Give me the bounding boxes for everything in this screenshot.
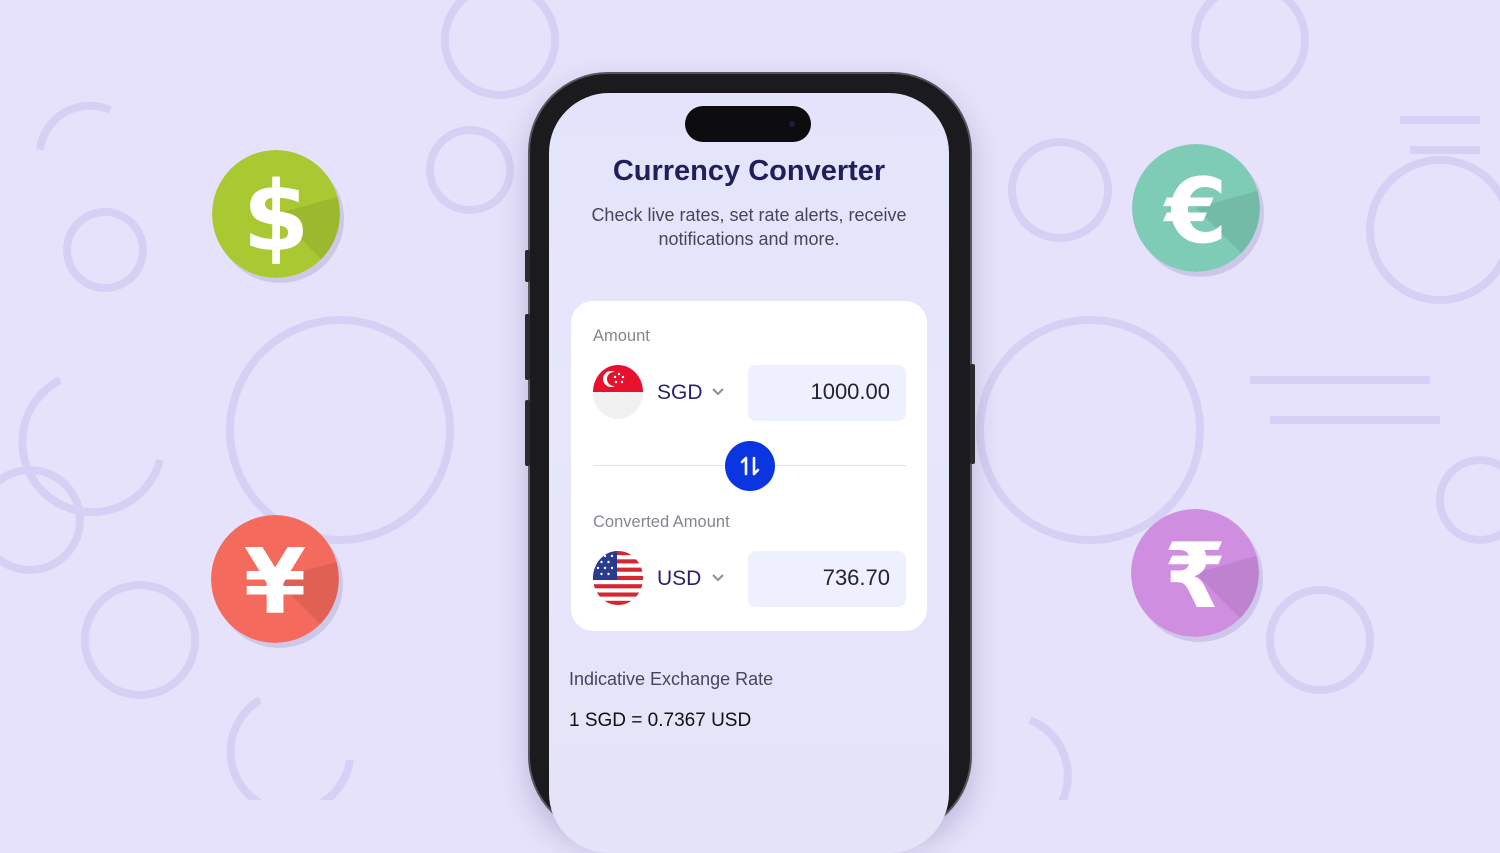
phone-side-button — [525, 250, 530, 282]
swap-arrows-icon — [740, 456, 760, 476]
svg-text:€: € — [1163, 159, 1228, 264]
phone-screen: Currency Converter Check live rates, set… — [549, 93, 949, 853]
phone-frame: Currency Converter Check live rates, set… — [525, 74, 975, 853]
svg-text:¥: ¥ — [244, 530, 307, 635]
chevron-down-icon[interactable] — [711, 573, 725, 583]
rupee-badge: ₹ — [1131, 509, 1259, 637]
from-currency-code[interactable]: SGD — [657, 381, 703, 405]
yen-icon: ¥ — [211, 515, 339, 643]
converter-card: Amount SGD 1000.00 Converted Amount USD … — [571, 301, 927, 631]
chevron-down-icon[interactable] — [711, 387, 725, 397]
page-subtitle: Check live rates, set rate alerts, recei… — [591, 205, 907, 249]
svg-text:₹: ₹ — [1164, 524, 1227, 629]
singapore-flag-icon — [593, 365, 643, 419]
yen-badge: ¥ — [211, 515, 339, 643]
exchange-rate-label: Indicative Exchange Rate — [569, 669, 774, 689]
rupee-icon: ₹ — [1131, 509, 1259, 637]
phone-volume-up-button — [525, 314, 530, 380]
converted-amount-label: Converted Amount — [593, 513, 730, 531]
svg-text:$: $ — [243, 161, 310, 273]
dynamic-island — [685, 106, 811, 142]
dollar-badge: $ — [212, 150, 340, 278]
swap-button[interactable] — [725, 441, 775, 491]
euro-badge: € — [1132, 144, 1260, 272]
dollar-icon: $ — [212, 150, 340, 278]
from-amount-value: 1000.00 — [810, 379, 890, 404]
usa-flag-icon — [593, 551, 643, 605]
to-currency-code[interactable]: USD — [657, 567, 701, 591]
phone-volume-down-button — [525, 400, 530, 466]
amount-label: Amount — [593, 327, 650, 345]
camera-icon — [787, 119, 797, 129]
page-title: Currency Converter — [612, 155, 886, 187]
to-amount-value: 736.70 — [822, 565, 890, 590]
euro-icon: € — [1132, 144, 1260, 272]
from-amount-input[interactable]: 1000.00 — [748, 365, 906, 421]
to-amount-output[interactable]: 736.70 — [748, 551, 906, 607]
phone-power-button — [970, 364, 975, 464]
exchange-rate-value: 1 SGD = 0.7367 USD — [569, 710, 752, 731]
